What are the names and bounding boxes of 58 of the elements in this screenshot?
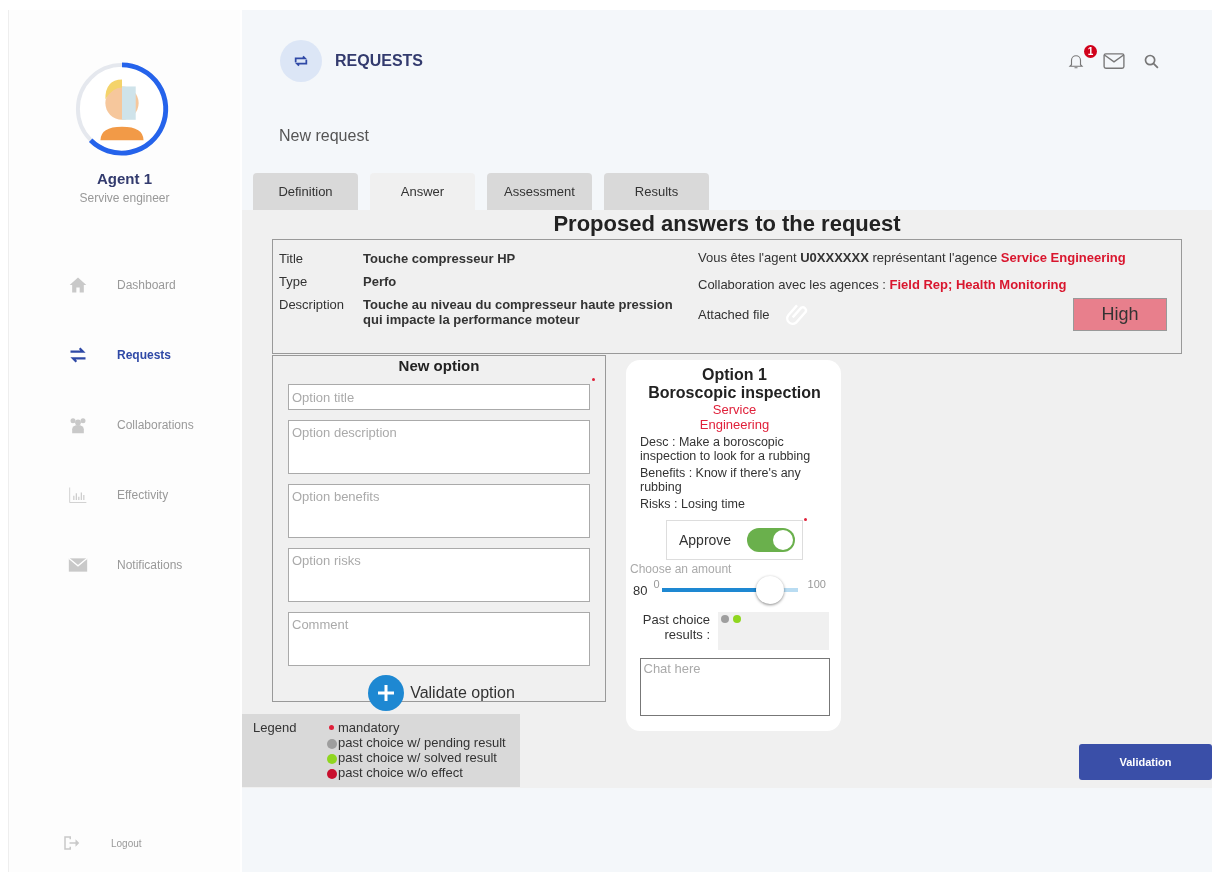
input-field[interactable]: Option benefits — [288, 484, 590, 538]
option-name: Boroscopic inspection — [648, 384, 821, 402]
legend-text: past choice w/ pending result — [338, 735, 506, 750]
option-detail: Desc : Make a boroscopic inspection to look for a rubbing — [640, 435, 812, 463]
agency-names: Field Rep; Health Monitoring — [889, 277, 1067, 292]
panel-title: New option — [398, 357, 480, 374]
tab[interactable]: Answer — [370, 173, 475, 210]
validation-button[interactable]: Validation — [1079, 744, 1212, 780]
slider-max-label: 100 — [807, 578, 826, 590]
collaboration-label: Collaboration avec les agences : — [698, 277, 887, 292]
legend-title: Legend — [253, 720, 298, 737]
chat-field[interactable]: Chat here — [639, 658, 830, 716]
search-icon — [1143, 52, 1160, 70]
agency-name: Service Engineering — [1000, 250, 1126, 265]
section-heading: Proposed answers to the request — [552, 211, 902, 237]
agent-text: Vous êtes l'agent U0XXXXXX représentant l'agence — [698, 250, 999, 265]
field-value: Touche au niveau du compresseur haute pression qui impacte la performance moteur — [363, 297, 674, 327]
past-results-label: Past choice results : — [641, 612, 710, 644]
field-label: Title — [279, 251, 305, 266]
plus-icon — [368, 675, 405, 711]
legend-text: past choice w/o effect — [338, 765, 463, 780]
input-field[interactable]: Comment — [288, 612, 590, 666]
field-label: Description — [279, 297, 346, 314]
agent-name: Agent 1 — [97, 170, 152, 187]
input-field[interactable]: Option description — [288, 420, 590, 474]
input-field[interactable]: Option title — [288, 384, 590, 410]
page-subtitle: New request — [278, 126, 370, 145]
notifications-button[interactable] — [1067, 52, 1085, 70]
agency-name: Service Engineering — [698, 402, 771, 432]
nav-item[interactable]: Requests — [67, 343, 240, 367]
input-field[interactable]: Option risks — [288, 548, 590, 602]
notification-badge: 1 — [1084, 45, 1097, 58]
envelope-icon — [1103, 52, 1125, 70]
tab[interactable]: Results — [604, 173, 709, 210]
approve-label: Approve — [679, 532, 732, 548]
legend-text: mandatory — [338, 720, 400, 735]
field-value: Perfo — [363, 274, 398, 289]
option-detail: Benefits : Know if there's any rubbing — [640, 466, 802, 494]
toggle-switch[interactable] — [747, 528, 796, 552]
legend-text: past choice w/ solved result — [338, 750, 497, 765]
arrows-icon — [280, 40, 322, 82]
tab[interactable]: Definition — [253, 173, 358, 210]
avatar-ring-icon — [73, 60, 171, 158]
option-number: Option 1 — [702, 366, 767, 384]
tab[interactable]: Assessment — [487, 173, 592, 210]
agent-role: Servive engineer — [79, 191, 170, 205]
search-button[interactable] — [1143, 52, 1160, 70]
amount-value: 80 — [633, 582, 648, 598]
field-label: Type — [279, 274, 309, 289]
priority-tag: High — [1073, 298, 1167, 331]
slider-min-label: 0 — [653, 578, 660, 590]
mail-button[interactable] — [1103, 52, 1125, 70]
page-title: REQUESTS — [335, 52, 423, 70]
validate-option-button[interactable]: Validate option — [368, 675, 515, 711]
amount-label: Choose an amount — [630, 562, 733, 576]
option-detail: Risks : Losing time — [640, 497, 746, 511]
attached-file-label: Attached file — [698, 307, 770, 322]
field-value: Touche compresseur HP — [363, 251, 517, 266]
